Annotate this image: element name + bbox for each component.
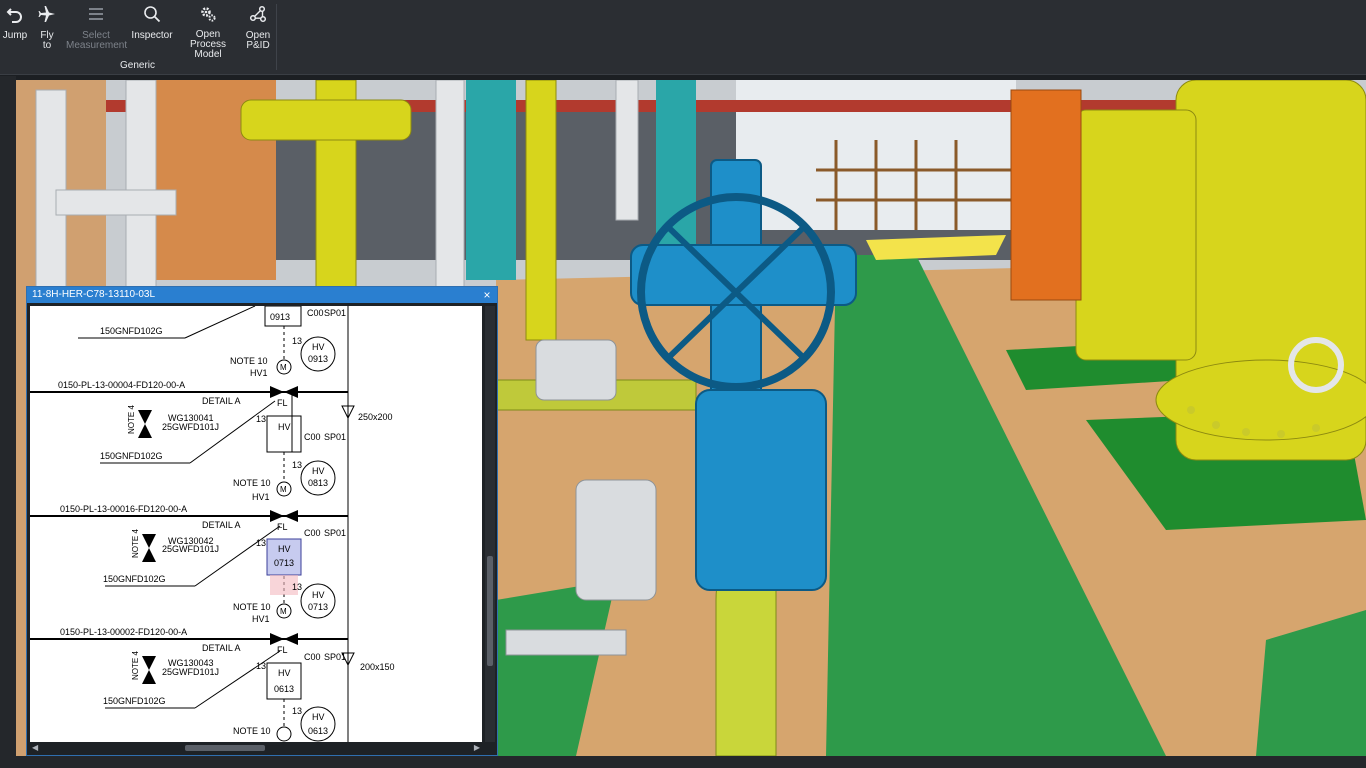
toolbar-separator [276,4,277,70]
pid-sp01-label-2: SP01 [324,432,346,442]
pid-note10-label-1: NOTE 10 [230,356,268,366]
select-measurement-button[interactable]: Select Measurement [62,0,130,60]
pid-pipe-label-2: 0150-PL-13-00016-FD120-00-A [60,504,187,514]
jump-label: Jump [2,30,28,41]
pid-note4-label-1: NOTE 4 [127,405,136,434]
pid-n13-label-2: 13 [256,414,266,424]
open-process-model-label: Open Process Model [189,29,227,60]
pid-sp01-label-3: SP01 [324,528,346,538]
pid-c00-label: C00 [307,308,324,318]
pid-note4-label-3: NOTE 4 [131,651,140,680]
pid-note10-label-3: NOTE 10 [233,602,271,612]
pid-c00-label-3: C00 [304,528,321,538]
pid-sub-label-2: 25GWFD101J [162,544,219,554]
pid-hv1-label-1: HV1 [250,368,268,378]
pid-reducer-label-1: 250x200 [358,412,393,422]
pid-n13-label-1: 13 [292,336,302,346]
pid-detail-label-2: DETAIL A [202,520,241,530]
pid-hv1-label-2: HV1 [252,492,270,502]
pid-hv-label-2: HV [278,422,291,432]
pid-hv-label-1: HV [312,342,325,352]
pid-pipe-label-3: 0150-PL-13-00002-FD120-00-A [60,627,187,637]
airplane-icon [36,3,58,25]
pid-reducer-label-2: 200x150 [360,662,395,672]
status-bar [0,756,1366,768]
pid-spec-label-3: 150GNFD102G [103,574,166,584]
menu-lines-icon [85,3,107,25]
nodes-icon [247,3,269,25]
pid-hv-label-3: HV [312,466,325,476]
pid-fl-label-2: FL [277,522,288,532]
jump-button[interactable]: Jump [0,0,30,60]
pid-tag-0713-box: 0713 [274,558,294,568]
pid-fl-label-3: FL [277,645,288,655]
fly-to-button[interactable]: Fly to [34,0,60,60]
inspector-label: Inspector [131,30,173,41]
pid-tag-0613-box: 0613 [274,684,294,694]
pid-m-label-3: M [280,607,287,616]
pid-horizontal-scrollbar[interactable]: ◀ ▶ [30,743,482,753]
scroll-left-icon[interactable]: ◀ [32,743,38,753]
open-pid-button[interactable]: Open P&ID [242,0,274,60]
left-rail [0,76,16,756]
fly-to-label: Fly to [40,30,54,51]
pid-note4-label-2: NOTE 4 [131,529,140,558]
open-pid-label: Open P&ID [245,30,271,51]
magnifier-icon [141,3,163,25]
select-measurement-label: Select Measurement [66,30,128,51]
pid-sub-label-3: 25GWFD101J [162,667,219,677]
pid-sp01-label-4: SP01 [324,652,346,662]
inspector-button[interactable]: Inspector [130,0,174,60]
pid-drawing[interactable]: 150GNFD102G 0913 C00 SP01 13 NOTE 10 HV1… [30,306,482,742]
scroll-right-icon[interactable]: ▶ [474,743,480,753]
pid-tag-0813: 0813 [308,478,328,488]
pid-window-titlebar[interactable]: 11-8H-HER-C78-13110-03L × [27,287,497,303]
pid-schematic: 150GNFD102G 0913 C00 SP01 13 NOTE 10 HV1… [30,306,395,742]
pid-m-label-2: M [280,485,287,494]
pid-sp01-label: SP01 [324,308,346,318]
pid-sub-label-1: 25GWFD101J [162,422,219,432]
pid-spec-label-2: 150GNFD102G [100,451,163,461]
pid-viewer-window[interactable]: 11-8H-HER-C78-13110-03L × 150GNFD102G 09… [26,286,498,756]
pid-hv-label-6: HV [278,668,291,678]
pid-c00-label-2: C00 [304,432,321,442]
pid-n13-label-6: 13 [256,661,266,671]
pid-c00-label-4: C00 [304,652,321,662]
pid-spec-label-4: 150GNFD102G [103,696,166,706]
toolbar-group-label: Generic [119,60,155,71]
pid-window-title: 11-8H-HER-C78-13110-03L [32,289,156,300]
pid-hv-label-4: HV [278,544,291,554]
pid-n13-label-4: 13 [256,538,266,548]
pid-hv-label-7: HV [312,712,325,722]
gears-icon [197,3,219,24]
pid-n13-label-7: 13 [292,706,302,716]
pid-hv1-label-3: HV1 [252,614,270,624]
pid-spec-label-1: 150GNFD102G [100,326,163,336]
pid-detail-label-3: DETAIL A [202,643,241,653]
pid-note10-label-2: NOTE 10 [233,478,271,488]
pid-vertical-scrollbar[interactable] [485,306,495,742]
pid-tag-0913: 0913 [308,354,328,364]
pid-fl-label-1: FL [277,398,288,408]
pid-hv-label-5: HV [312,590,325,600]
pid-vertical-scroll-thumb[interactable] [487,556,493,666]
pid-m-label-1: M [280,363,287,372]
close-icon[interactable]: × [481,287,493,303]
open-process-model-button[interactable]: Open Process Model [176,0,240,60]
pid-detail-label-1: DETAIL A [202,396,241,406]
undo-arrow-icon [4,3,26,25]
pid-horizontal-scroll-thumb[interactable] [185,745,265,751]
ribbon-toolbar: Jump Fly to Select Measurement Inspector… [0,0,1366,75]
pid-n13-label-3: 13 [292,460,302,470]
pid-tag-0613: 0613 [308,726,328,736]
pid-tag-0913-box: 0913 [270,312,290,322]
pid-n13-label-5: 13 [292,582,302,592]
pid-pipe-label-1: 0150-PL-13-00004-FD120-00-A [58,380,185,390]
pid-tag-0713: 0713 [308,602,328,612]
pid-note10-label-4: NOTE 10 [233,726,271,736]
